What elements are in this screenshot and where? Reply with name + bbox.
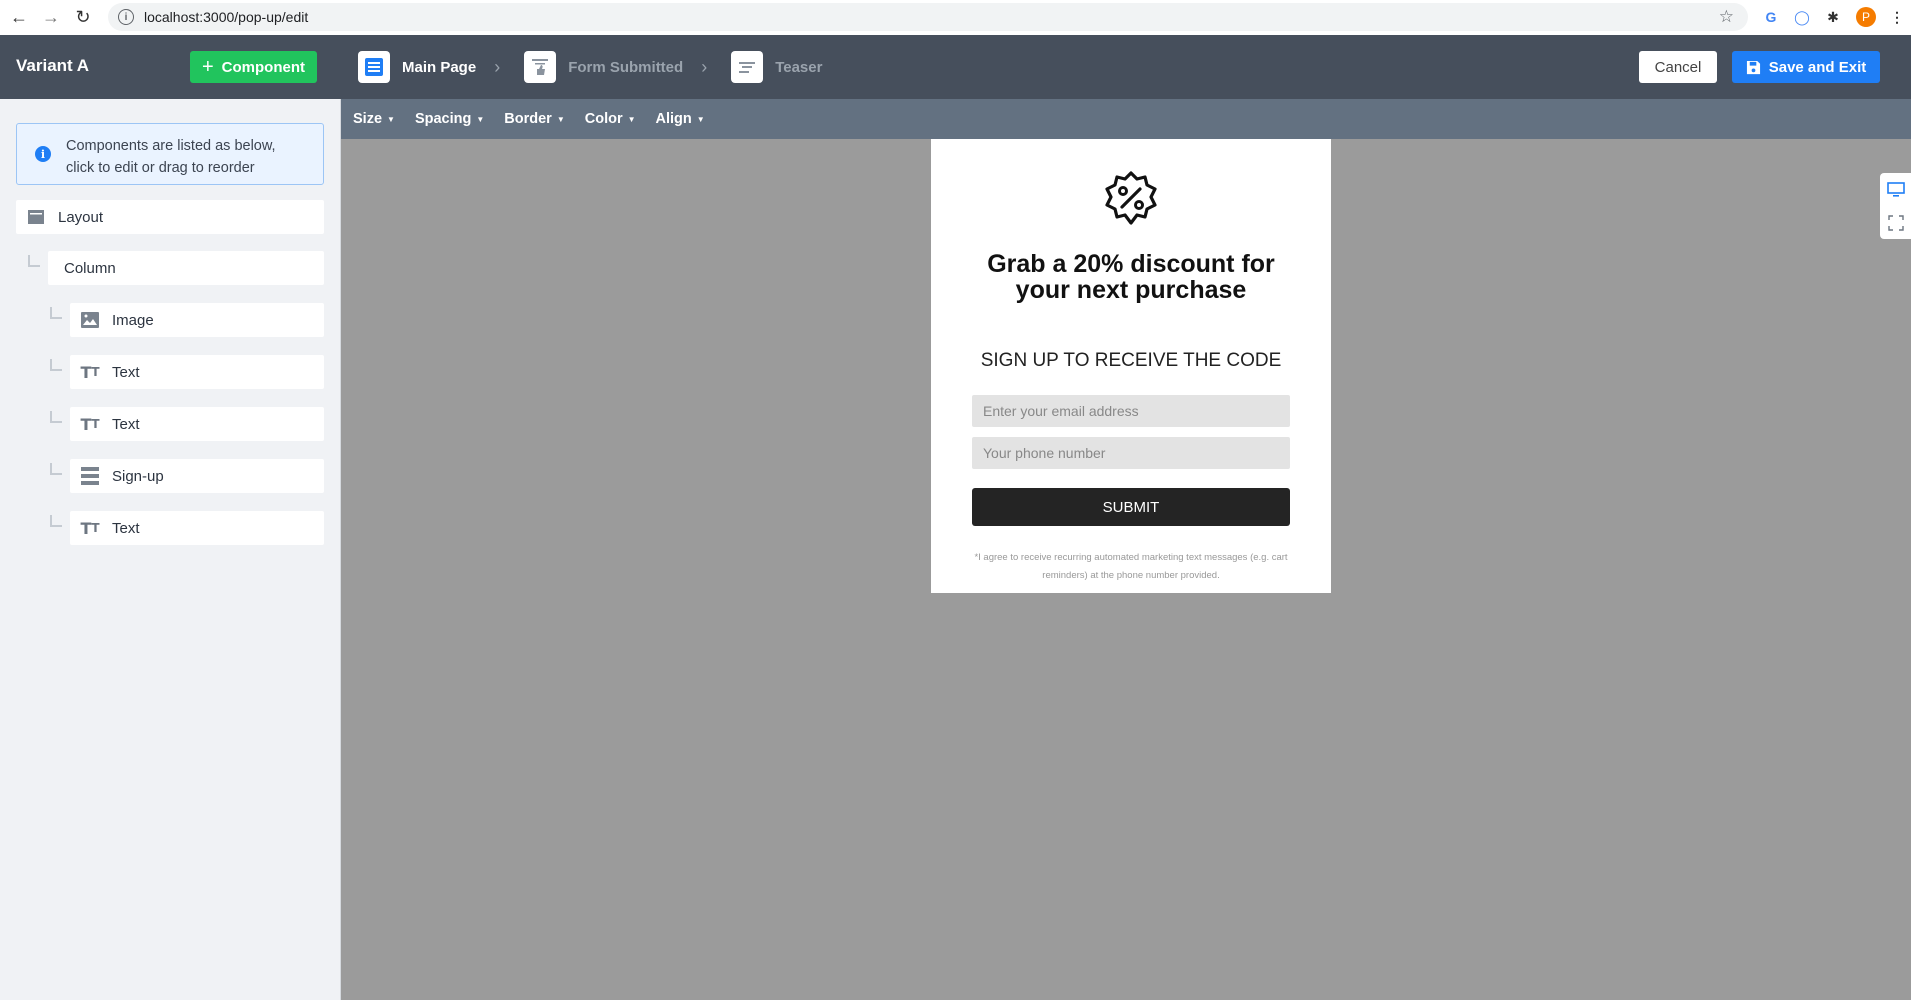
cancel-button[interactable]: Cancel [1639,51,1717,83]
browser-toolbar: ← → ↻ i localhost:3000/pop-up/edit ☆ G ◯… [0,0,1911,35]
tool-label: Size [353,111,383,127]
fullscreen-icon[interactable] [1887,214,1904,231]
popup-headline[interactable]: Grab a 20% discount for your next purcha… [981,251,1281,303]
tree-connector [50,411,62,423]
app-header: Variant A + Component Main Page › Form S… [0,35,1911,99]
popup-subhead[interactable]: SIGN UP TO RECEIVE THE CODE [931,350,1331,372]
translate-extension-icon[interactable]: G [1760,6,1782,28]
tree-item-layout[interactable]: Layout [16,200,324,234]
save-and-exit-button[interactable]: Save and Exit [1732,51,1880,83]
tool-label: Align [655,111,692,127]
form-submitted-icon [524,51,557,83]
tool-label: Color [584,111,623,127]
spacing-dropdown[interactable]: Spacing ▼ [415,111,484,127]
profile-avatar[interactable]: P [1855,6,1877,28]
main-page-icon [358,51,390,83]
signup-icon [80,467,100,485]
image-icon [80,311,100,329]
info-text: Components are listed as below, click to… [66,135,276,179]
align-dropdown[interactable]: Align ▼ [656,111,705,127]
save-label: Save and Exit [1768,58,1867,76]
profile-initial: P [1856,7,1876,27]
tree-item-label: Layout [58,208,104,226]
extension-circle-icon[interactable]: ◯ [1791,6,1813,28]
tree-item-label: Text [112,519,140,537]
caret-down-icon: ▼ [476,114,485,124]
caret-down-icon: ▼ [387,114,395,124]
info-click-to-edit: click to edit [66,160,138,176]
tree-item-signup[interactable]: Sign-up [70,459,324,493]
tool-label: Spacing [414,111,472,127]
step-label: Teaser [775,58,823,76]
tree-connector [28,255,40,267]
save-disk-icon [1746,60,1760,74]
teaser-icon [731,51,764,83]
text-icon: TT [80,362,100,382]
tree-connector [50,515,62,527]
caret-down-icon: ▼ [696,114,705,124]
sidebar-header: Variant A + Component [0,35,341,99]
bookmark-star-icon[interactable]: ☆ [1719,7,1734,27]
add-component-button[interactable]: + Component [190,51,317,83]
step-label: Main Page [402,58,477,76]
popup-preview[interactable]: Grab a 20% discount for your next purcha… [931,139,1331,593]
reload-icon[interactable]: ↻ [70,5,96,31]
variant-title: Variant A [16,56,90,75]
sms-disclaimer[interactable]: *I agree to receive recurring automated … [957,549,1305,585]
page-steps: Main Page › Form Submitted › Teaser [358,51,822,83]
tree-item-column[interactable]: Column [48,251,324,285]
info-icon: i [35,146,51,162]
step-form-submitted[interactable]: Form Submitted [524,51,683,83]
layout-icon [26,208,46,226]
tree-item-label: Text [112,415,140,433]
tree-item-text[interactable]: TT Text [70,355,324,389]
desktop-view-icon[interactable] [1886,181,1905,198]
tree-item-text[interactable]: TT Text [70,407,324,441]
chevron-right-icon: › [701,56,708,77]
tree-connector [50,359,62,371]
browser-menu-icon[interactable]: ⋮ [1886,6,1908,28]
component-sidebar: i Components are listed as below, click … [0,99,341,1000]
caret-down-icon: ▼ [556,114,565,124]
site-info-icon[interactable]: i [118,9,134,25]
style-toolbar: Size ▼ Spacing ▼ Border ▼ Color ▼ Align ▼ [341,99,1911,139]
info-line-1: Components are listed as below, [66,138,276,154]
tree-connector [50,463,62,475]
info-drag-to-reorder: drag to reorder [158,160,255,176]
tree-item-image[interactable]: Image [70,303,324,337]
phone-field[interactable]: Your phone number [972,437,1290,469]
tree-connector [50,307,62,319]
caret-down-icon: ▼ [627,114,636,124]
text-icon: TT [80,414,100,434]
tree-item-text[interactable]: TT Text [70,511,324,545]
step-label: Form Submitted [568,58,684,76]
step-main-page[interactable]: Main Page [358,51,476,83]
discount-badge-icon[interactable] [1101,169,1161,229]
url-text[interactable]: localhost:3000/pop-up/edit [144,9,308,25]
email-field[interactable]: Enter your email address [972,395,1290,427]
chevron-right-icon: › [494,56,501,77]
size-dropdown[interactable]: Size ▼ [353,111,395,127]
back-icon[interactable]: ← [6,5,32,31]
tree-item-label: Sign-up [112,467,164,485]
device-toggle [1880,173,1911,239]
add-component-label: Component [221,58,305,76]
tool-label: Border [504,111,552,127]
extensions-puzzle-icon[interactable]: ✱ [1822,6,1844,28]
submit-button[interactable]: SUBMIT [972,488,1290,526]
info-line-2: click to edit or drag to reorder [66,157,276,179]
step-teaser[interactable]: Teaser [731,51,822,83]
info-hint: i Components are listed as below, click … [16,123,324,185]
forward-icon[interactable]: → [38,5,64,31]
text-icon: TT [80,518,100,538]
tree-item-label: Image [112,311,154,329]
border-dropdown[interactable]: Border ▼ [504,111,564,127]
plus-icon: + [201,56,214,78]
info-or: or [137,160,159,176]
tree-item-label: Column [64,259,116,277]
tree-item-label: Text [112,363,140,381]
address-bar[interactable]: i localhost:3000/pop-up/edit ☆ [108,3,1748,31]
color-dropdown[interactable]: Color ▼ [585,111,636,127]
